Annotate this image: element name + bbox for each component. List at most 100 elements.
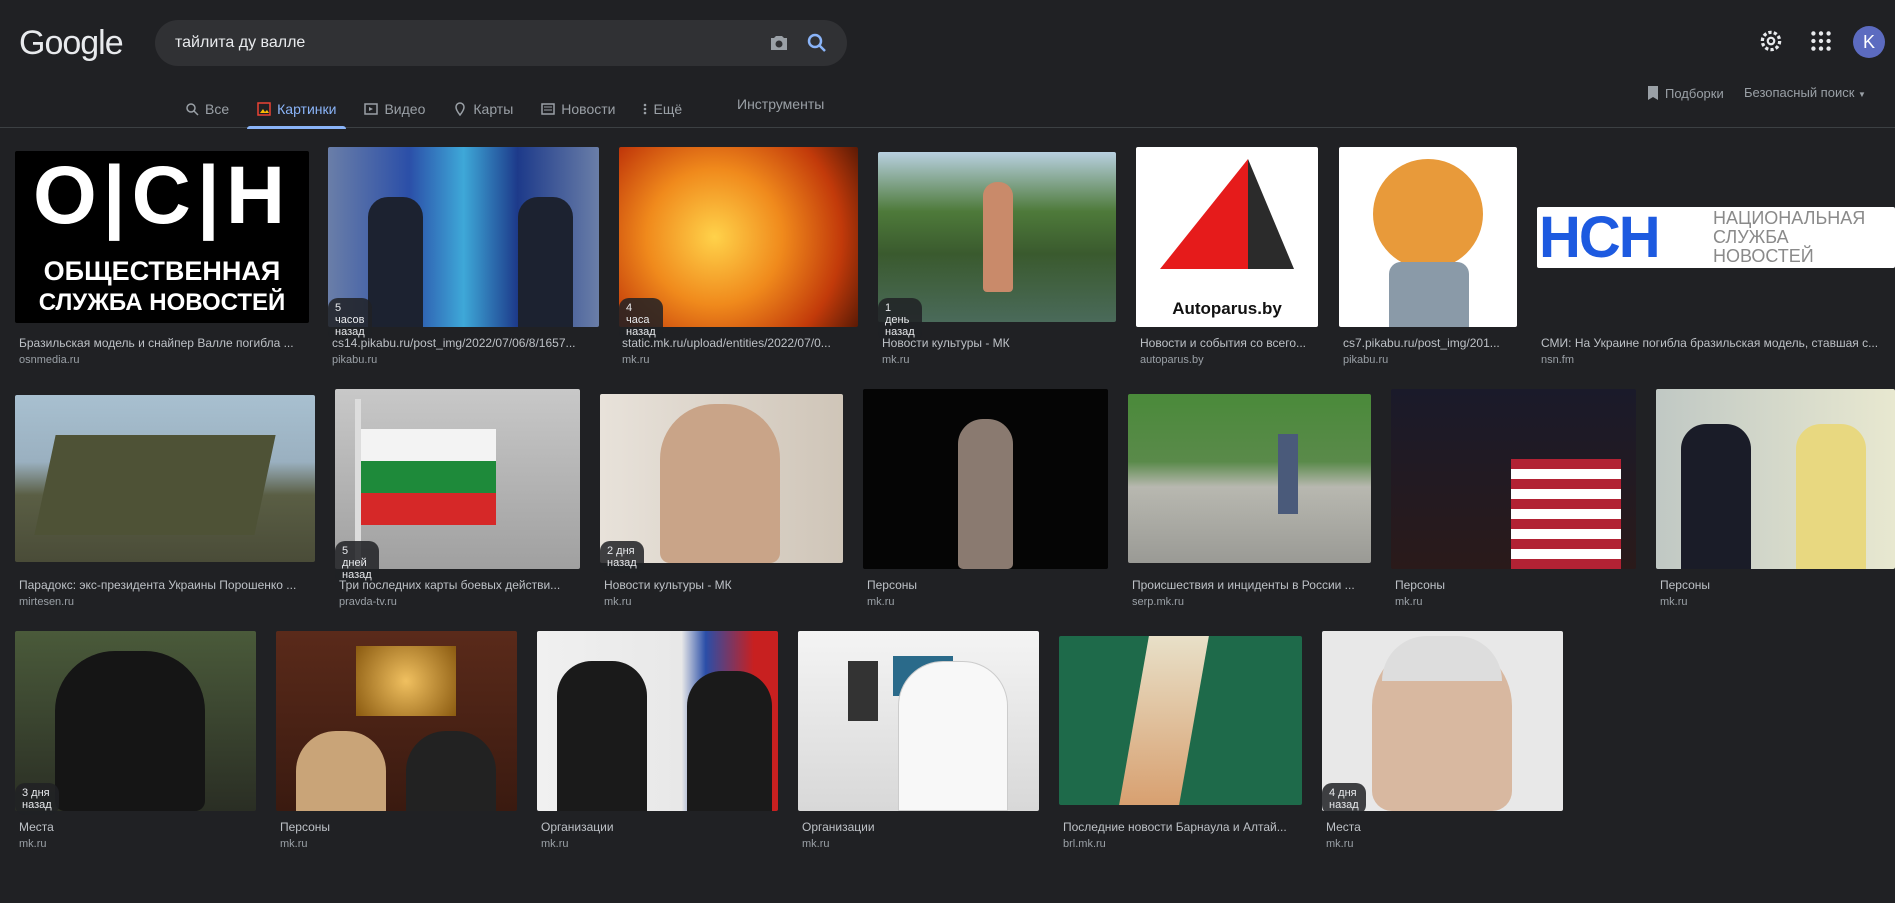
person-silhouette xyxy=(557,661,647,811)
result-title[interactable]: Новости культуры - МК xyxy=(604,578,841,592)
result-source[interactable]: mk.ru xyxy=(1395,596,1423,608)
result-title[interactable]: Происшествия и инциденты в России ... xyxy=(1132,578,1369,592)
result-title[interactable]: Парадокс: экс-президента Украины Порошен… xyxy=(19,578,311,592)
tools-button[interactable]: Инструменты xyxy=(737,96,824,112)
person-silhouette xyxy=(1681,424,1751,569)
tab-maps[interactable]: Карты xyxy=(443,92,523,126)
result-source[interactable]: mirtesen.ru xyxy=(19,596,74,608)
result-title[interactable]: СМИ: На Украине погибла бразильская моде… xyxy=(1541,336,1893,350)
us-flag xyxy=(1511,459,1621,569)
food-table xyxy=(1119,636,1209,805)
nsn-line-3: НОВОСТЕЙ xyxy=(1713,246,1814,266)
result-thumbnail[interactable] xyxy=(276,631,517,811)
tab-more[interactable]: Ещё xyxy=(633,92,692,126)
tab-label: Все xyxy=(205,101,230,117)
result-title[interactable]: Новости и события со всего... xyxy=(1140,336,1315,350)
result-source[interactable]: mk.ru xyxy=(802,838,830,850)
result-source[interactable]: osnmedia.ru xyxy=(19,354,80,366)
result-thumbnail[interactable] xyxy=(1339,147,1517,327)
nsn-line-2: СЛУЖБА xyxy=(1713,227,1789,247)
person-silhouette xyxy=(406,731,496,811)
result-thumbnail[interactable] xyxy=(1391,389,1636,569)
bookmark-icon xyxy=(1648,86,1658,100)
result-thumbnail[interactable] xyxy=(15,395,315,562)
chevron-down-icon: ▼ xyxy=(1858,90,1866,99)
result-thumbnail[interactable] xyxy=(863,389,1108,569)
result-thumbnail[interactable] xyxy=(1128,394,1371,563)
result-thumbnail[interactable]: О|С|Н ОБЩЕСТВЕННАЯ СЛУЖБА НОВОСТЕЙ xyxy=(15,151,309,323)
tab-all[interactable]: Все xyxy=(175,92,239,126)
result-title[interactable]: Бразильская модель и снайпер Валле погиб… xyxy=(19,336,304,350)
camera-icon[interactable] xyxy=(767,31,791,55)
mascot-head xyxy=(1373,159,1483,269)
result-source[interactable]: mk.ru xyxy=(280,838,308,850)
tab-label: Новости xyxy=(561,101,616,117)
result-title[interactable]: Новости культуры - МК xyxy=(882,336,1114,350)
result-source[interactable]: pravda-tv.ru xyxy=(339,596,397,608)
result-source[interactable]: pikabu.ru xyxy=(1343,354,1388,366)
result-thumbnail[interactable] xyxy=(600,394,843,563)
result-title[interactable]: Организации xyxy=(802,820,1038,834)
result-source[interactable]: mk.ru xyxy=(622,354,650,366)
result-title[interactable]: Персоны xyxy=(1395,578,1635,592)
result-source[interactable]: brl.mk.ru xyxy=(1063,838,1106,850)
result-thumbnail[interactable] xyxy=(1656,389,1895,569)
apps-grid-icon[interactable] xyxy=(1808,28,1834,54)
result-thumbnail[interactable]: НСН НАЦИОНАЛЬНАЯ СЛУЖБА НОВОСТЕЙ xyxy=(1537,207,1895,268)
person-silhouette xyxy=(1796,424,1866,569)
header: Google K Все Картинки Видео Карты Новост… xyxy=(0,0,1895,129)
result-source[interactable]: pikabu.ru xyxy=(332,354,377,366)
result-title[interactable]: Персоны xyxy=(280,820,516,834)
result-source[interactable]: nsn.fm xyxy=(1541,354,1574,366)
result-title[interactable]: Три последних карты боевых действи... xyxy=(339,578,579,592)
person-silhouette xyxy=(1278,434,1298,514)
images-icon xyxy=(257,102,271,116)
result-title[interactable]: Последние новости Барнаула и Алтай... xyxy=(1063,820,1300,834)
settings-gear-icon[interactable] xyxy=(1758,28,1784,54)
result-source[interactable]: autoparus.by xyxy=(1140,354,1204,366)
result-thumbnail[interactable] xyxy=(537,631,778,811)
result-title[interactable]: cs14.pikabu.ru/post_img/2022/07/06/8/165… xyxy=(332,336,597,350)
result-source[interactable]: mk.ru xyxy=(541,838,569,850)
result-source[interactable]: mk.ru xyxy=(604,596,632,608)
collections-label: Подборки xyxy=(1665,85,1724,101)
result-source[interactable]: mk.ru xyxy=(867,596,895,608)
tab-video[interactable]: Видео xyxy=(354,92,435,126)
result-title[interactable]: Персоны xyxy=(1660,578,1893,592)
more-vert-icon xyxy=(644,103,647,115)
result-thumbnail[interactable]: Autoparus.by xyxy=(1136,147,1318,327)
result-title[interactable]: Организации xyxy=(541,820,777,834)
result-title[interactable]: Места xyxy=(1326,820,1562,834)
result-source[interactable]: mk.ru xyxy=(19,838,47,850)
google-logo[interactable]: Google xyxy=(19,24,124,63)
result-source[interactable]: serp.mk.ru xyxy=(1132,596,1184,608)
search-input[interactable] xyxy=(175,32,695,54)
search-tabs: Все Картинки Видео Карты Новости Ещё xyxy=(175,92,700,129)
tab-images[interactable]: Картинки xyxy=(247,92,347,129)
result-source[interactable]: mk.ru xyxy=(1660,596,1688,608)
result-title[interactable]: Персоны xyxy=(867,578,1107,592)
search-icon[interactable] xyxy=(805,31,829,55)
face-silhouette xyxy=(660,404,780,563)
vehicle-silhouette xyxy=(34,435,276,535)
result-source[interactable]: mk.ru xyxy=(1326,838,1354,850)
time-badge: 3 дня назад xyxy=(15,783,59,815)
safesearch-dropdown[interactable]: Безопасный поиск ▼ xyxy=(1744,85,1866,100)
tab-label: Ещё xyxy=(653,101,683,117)
result-title[interactable]: Места xyxy=(19,820,255,834)
autoparus-logo-icon xyxy=(1160,159,1294,269)
result-title[interactable]: static.mk.ru/upload/entities/2022/07/0..… xyxy=(622,336,855,350)
result-source[interactable]: mk.ru xyxy=(882,354,910,366)
avatar[interactable]: K xyxy=(1853,26,1885,58)
tv-screen xyxy=(356,646,456,716)
result-thumbnail[interactable] xyxy=(878,152,1116,322)
collections-link[interactable]: Подборки xyxy=(1646,85,1724,101)
search-box[interactable] xyxy=(155,20,847,66)
result-title[interactable]: cs7.pikabu.ru/post_img/201... xyxy=(1343,336,1515,350)
tab-news[interactable]: Новости xyxy=(531,92,625,126)
result-thumbnail[interactable] xyxy=(1059,636,1302,805)
time-badge: 4 дня назад xyxy=(1322,783,1366,815)
result-thumbnail[interactable] xyxy=(798,631,1039,811)
osn-logo-text: О|С|Н xyxy=(32,151,292,241)
nsn-line-1: НАЦИОНАЛЬНАЯ xyxy=(1713,208,1866,228)
